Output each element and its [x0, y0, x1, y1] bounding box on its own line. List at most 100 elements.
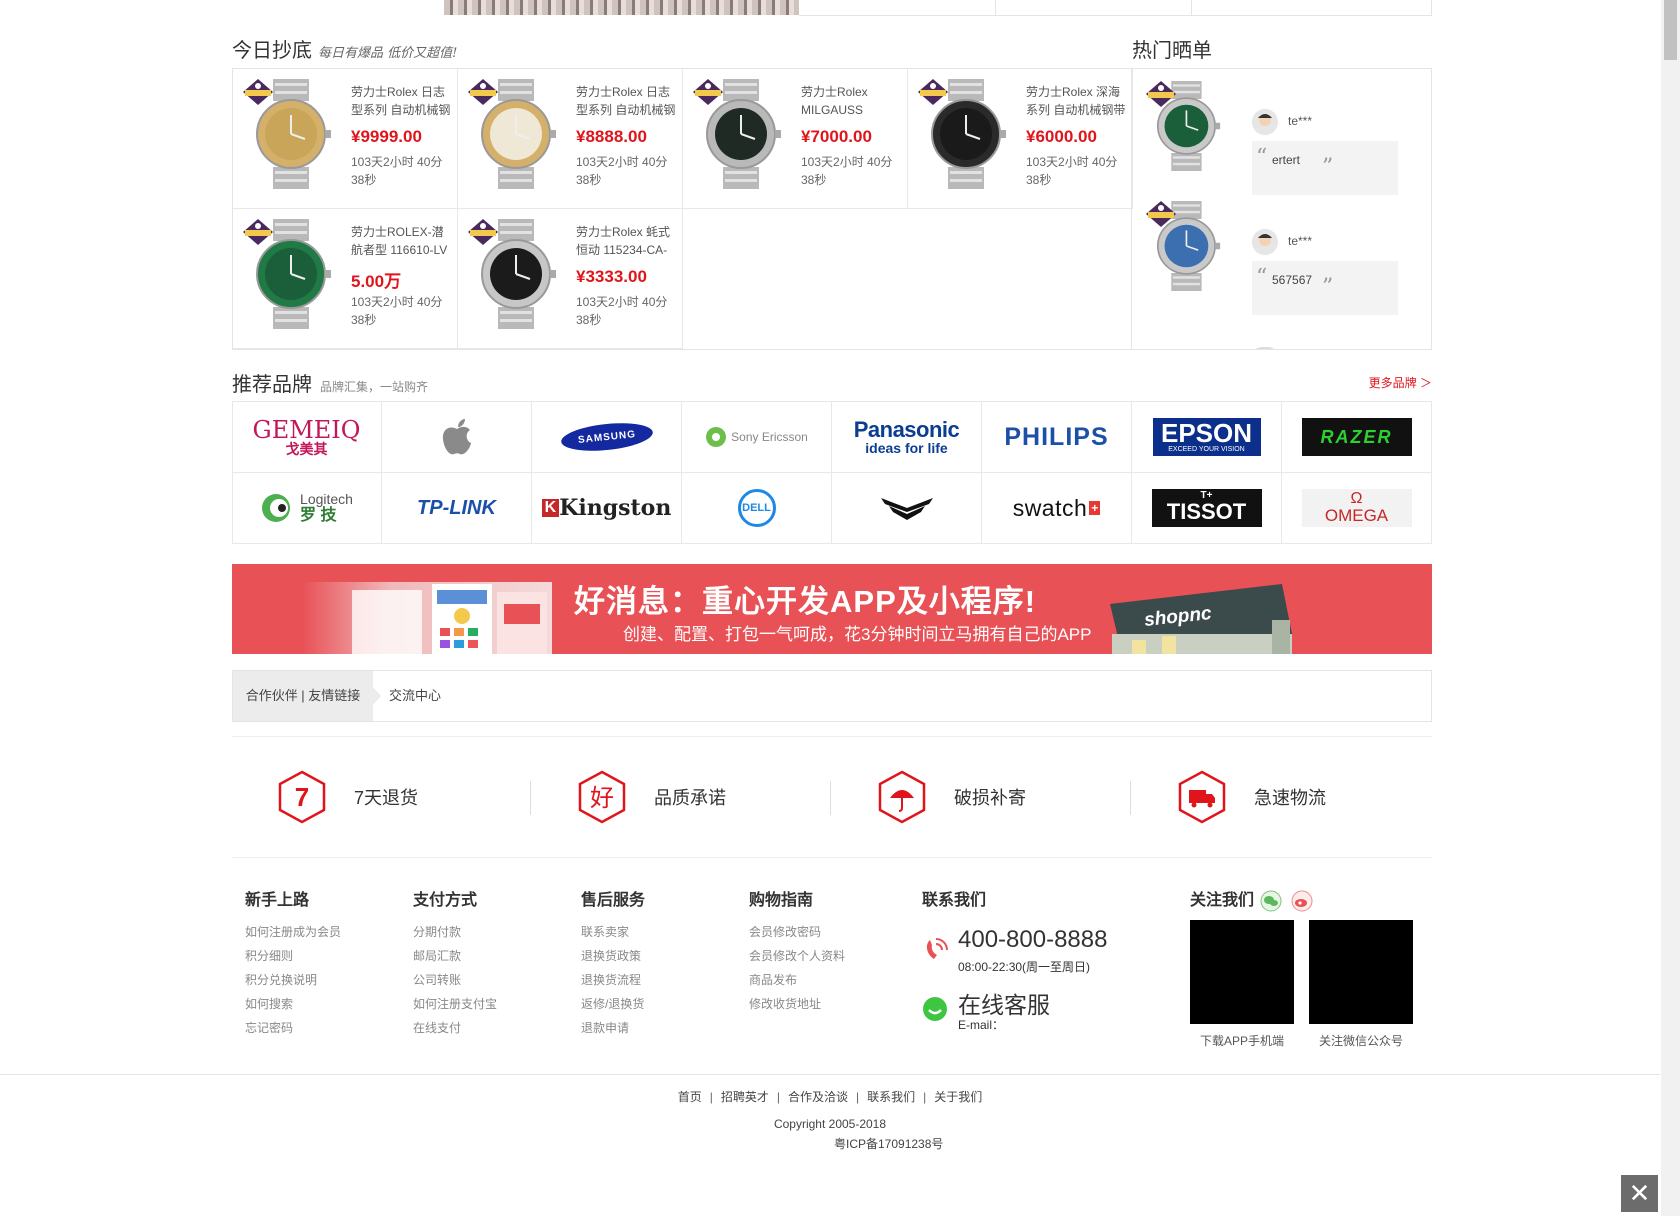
review-item[interactable]: te*** “ ertert ”	[1132, 69, 1431, 195]
deals-grid: 劳力士Rolex 日志型系列 自动机械钢 ¥9999.00 103天2小时 40分3…	[232, 68, 1133, 350]
brands-subtitle: 品牌汇集，一站购齐	[320, 380, 429, 394]
brand-logo-apple[interactable]	[382, 402, 532, 473]
footer-link[interactable]: 联系卖家	[581, 920, 741, 944]
review-bubble: “ 567567 ”	[1252, 261, 1398, 315]
brand-logo-philips[interactable]: PHILIPS	[982, 402, 1132, 473]
product-name[interactable]: 劳力士ROLEX-潜航者型 116610-LV	[351, 223, 455, 259]
footer-link[interactable]: 如何搜索	[245, 992, 405, 1016]
brand-logo-swatch[interactable]: swatch +	[982, 473, 1132, 544]
product-image[interactable]	[468, 219, 563, 329]
top-strip-image[interactable]	[444, 0, 799, 15]
footer-link[interactable]: 积分细则	[245, 944, 405, 968]
more-brands-link[interactable]: 更多品牌 ＞	[1369, 374, 1432, 391]
product-price: ¥9999.00	[351, 127, 422, 146]
guarantee-item-truck: 急速物流	[1132, 766, 1432, 828]
brand-logo-epson[interactable]: EPSON EXCEED YOUR VISION	[1132, 402, 1282, 473]
footer-link[interactable]: 退换货流程	[581, 968, 741, 992]
chat-icon[interactable]	[922, 996, 948, 1022]
product-name[interactable]: 劳力士Rolex 日志型系列 自动机械钢	[576, 83, 680, 119]
deal-item[interactable]: 劳力士Rolex 蚝式恒动 115234-CA- ¥3333.00 103天2小时 …	[458, 209, 683, 349]
brand-logo-omega[interactable]: Ω OMEGA	[1282, 473, 1432, 544]
product-image[interactable]	[693, 79, 788, 189]
brand-logo-gemeiq[interactable]: GEMEIQ 戈美其	[232, 402, 382, 473]
product-image[interactable]	[468, 79, 563, 189]
brand-logo-tp-link[interactable]: TP-LINK	[382, 473, 532, 544]
footer-link[interactable]: 修改收货地址	[749, 992, 909, 1016]
brand-logo-panasonic[interactable]: Panasonic ideas for life	[832, 402, 982, 473]
footer-link[interactable]: 退款申请	[581, 1016, 741, 1040]
brand-text: SAMSUNG	[577, 428, 636, 446]
deal-item[interactable]: 劳力士ROLEX-潜航者型 116610-LV 5.00万 103天2小时 40分3…	[233, 209, 458, 349]
review-username: te***	[1288, 234, 1313, 248]
footer-link[interactable]: 会员修改密码	[749, 920, 909, 944]
footer-link[interactable]: 忘记密码	[245, 1016, 405, 1040]
footer-link[interactable]: 在线支付	[413, 1016, 573, 1040]
deal-item[interactable]: 劳力士Rolex 日志型系列 自动机械钢 ¥9999.00 103天2小时 40分3…	[233, 69, 458, 209]
product-image[interactable]	[918, 79, 1013, 189]
footer-link[interactable]: 积分兑换说明	[245, 968, 405, 992]
product-name[interactable]: 劳力士Rolex 日志型系列 自动机械钢	[351, 83, 455, 119]
review-item[interactable]: te*** “ 567567 ”	[1132, 189, 1431, 315]
bottom-nav-link[interactable]: 首页	[678, 1090, 702, 1104]
bottom-nav-link[interactable]: 联系我们	[867, 1090, 915, 1104]
wechat-icon[interactable]	[1260, 890, 1282, 912]
footer-link[interactable]: 公司转账	[413, 968, 573, 992]
brand-logo-tissot[interactable]: T+ TISSOT	[1132, 473, 1282, 544]
product-image[interactable]	[243, 219, 338, 329]
brand-text: Kingston	[559, 495, 672, 521]
footer-link[interactable]: 商品发布	[749, 968, 909, 992]
product-name[interactable]: 劳力士Rolex 蚝式恒动 115234-CA-	[576, 223, 680, 259]
brand-logo-razer[interactable]: RAZER	[1282, 402, 1432, 473]
bottom-nav-link[interactable]: 合作及洽谈	[788, 1090, 848, 1104]
footer-link[interactable]: 会员修改个人资料	[749, 944, 909, 968]
deal-item[interactable]: 劳力士Rolex 深海系列 自动机械钢带 ¥6000.00 103天2小时 40分3…	[908, 69, 1133, 209]
wechat-qr-label: 关注微信公众号	[1318, 1034, 1403, 1048]
nav-separator: |	[856, 1090, 860, 1104]
brand-text: Panasonic	[853, 417, 960, 443]
brand-text: GEMEIQ	[252, 416, 361, 444]
brand-logo-sony-ericsson[interactable]: Sony Ericsson	[682, 402, 832, 473]
footer-link[interactable]: 退换货政策	[581, 944, 741, 968]
brand-logo-samsung[interactable]: SAMSUNG	[532, 402, 682, 473]
exchange-center-link[interactable]: 交流中心	[389, 671, 441, 721]
product-name[interactable]: 劳力士Rolex MILGAUSS 116400G	[801, 83, 905, 119]
nav-separator: |	[776, 1090, 780, 1104]
review-product-image[interactable]	[1146, 201, 1226, 291]
bottom-nav-link[interactable]: 招聘英才	[721, 1090, 769, 1104]
footer-link[interactable]: 如何注册成为会员	[245, 920, 405, 944]
product-price: 5.00万	[351, 272, 402, 291]
bottom-nav-link[interactable]: 关于我们	[934, 1090, 982, 1104]
hot-title: 热门晒单	[1132, 40, 1212, 62]
global-purchase-badge-icon	[693, 79, 723, 105]
more-reviews-peek	[1252, 347, 1278, 349]
deal-item[interactable]: 劳力士Rolex 日志型系列 自动机械钢 ¥8888.00 103天2小时 40分3…	[458, 69, 683, 209]
deal-item[interactable]: 劳力士Rolex MILGAUSS 116400G ¥7000.00 103天2小时…	[683, 69, 908, 209]
icp-number[interactable]: 粤ICP备17091238号	[834, 1135, 943, 1152]
footer-link[interactable]: 邮局汇款	[413, 944, 573, 968]
divider	[232, 857, 1432, 858]
bottom-nav: 首页 | 招聘英才 | 合作及洽谈 | 联系我们 | 关于我们	[0, 1088, 1660, 1105]
footer-link[interactable]: 分期付款	[413, 920, 573, 944]
scrollbar-thumb[interactable]	[1664, 0, 1677, 60]
promo-banner[interactable]: shopnc 好消息：重心开发APP及小程序! 创建、配置、打包一气呵成，花3分…	[232, 564, 1432, 654]
hao-icon: 好	[578, 770, 626, 824]
brand-logo-logitech[interactable]: Logitech 罗 技	[232, 473, 382, 544]
brands-grid: GEMEIQ 戈美其 SAMSUNG Sony Ericsson Panasonic id…	[232, 401, 1432, 544]
brand-logo-emporio-armani[interactable]	[832, 473, 982, 544]
guarantee-label: 品质承诺	[654, 788, 726, 808]
seven-icon: 7	[278, 770, 326, 824]
product-image[interactable]	[243, 79, 338, 189]
brand-logo-dell[interactable]: DELL	[682, 473, 832, 544]
nav-separator: |	[923, 1090, 927, 1104]
partner-links-tab[interactable]: 合作伙伴 | 友情链接	[233, 671, 373, 721]
footer-link[interactable]: 如何注册支付宝	[413, 992, 573, 1016]
footer-link[interactable]: 返修/退换货	[581, 992, 741, 1016]
review-product-image[interactable]	[1146, 81, 1226, 171]
guarantee-glyph: 7	[295, 782, 309, 812]
weibo-icon[interactable]	[1291, 890, 1313, 912]
vertical-scrollbar[interactable]	[1661, 0, 1680, 1216]
close-button[interactable]: ✕	[1621, 1175, 1658, 1212]
product-name[interactable]: 劳力士Rolex 深海系列 自动机械钢带	[1026, 83, 1130, 119]
brand-logo-kingston[interactable]: K Kingston	[532, 473, 682, 544]
online-service-link[interactable]: 在线客服	[958, 986, 1050, 1020]
